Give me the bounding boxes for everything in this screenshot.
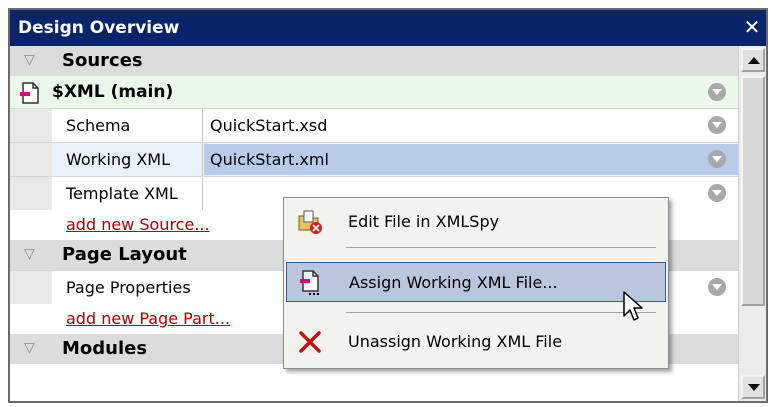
context-menu: Edit File in XMLSpy Assign Working XML F… [283, 197, 669, 369]
property-name: Schema [66, 116, 131, 135]
scroll-up-button[interactable] [741, 48, 765, 72]
scroll-thumb[interactable] [741, 76, 765, 306]
section-label: Page Layout [62, 244, 187, 265]
property-row-schema[interactable]: Schema QuickStart.xsd [10, 108, 738, 142]
chevron-down-icon[interactable] [708, 150, 726, 168]
scroll-down-button[interactable] [741, 375, 765, 399]
chevron-down-icon[interactable] [708, 116, 726, 134]
add-new-source-link[interactable]: add new Source... [66, 215, 210, 234]
menu-item-label: Unassign Working XML File [348, 332, 563, 351]
menu-item-unassign-working-xml[interactable]: Unassign Working XML File [286, 322, 666, 362]
property-value[interactable]: QuickStart.xsd [210, 116, 327, 135]
assign-file-icon [297, 269, 325, 297]
property-name: Page Properties [66, 278, 191, 297]
panel-title: Design Overview [18, 18, 180, 38]
property-value[interactable]: QuickStart.xml [210, 150, 329, 169]
menu-divider [346, 312, 656, 313]
menu-item-label: Edit File in XMLSpy [348, 212, 500, 231]
collapse-triangle-icon[interactable]: ▽ [24, 52, 35, 68]
chevron-down-icon[interactable] [708, 184, 726, 202]
property-row-working-xml[interactable]: Working XML QuickStart.xml [10, 142, 738, 176]
source-label: $XML (main) [52, 82, 174, 102]
section-label: Modules [62, 338, 148, 359]
chevron-down-icon[interactable] [708, 83, 726, 101]
unassign-x-icon [296, 328, 324, 356]
add-new-page-part-link[interactable]: add new Page Part... [66, 309, 230, 328]
menu-divider [346, 247, 656, 248]
row-gutter [10, 271, 52, 304]
edit-file-icon [296, 208, 324, 236]
mouse-pointer-icon [622, 290, 644, 328]
xml-document-icon [18, 81, 42, 109]
menu-item-edit-in-xmlspy[interactable]: Edit File in XMLSpy [286, 202, 666, 242]
menu-item-label: Assign Working XML File... [349, 273, 558, 292]
section-label: Sources [62, 50, 143, 71]
section-sources[interactable]: ▽ Sources [10, 46, 738, 76]
column-divider [202, 177, 203, 210]
property-name: Template XML [66, 184, 178, 203]
source-xml-main[interactable]: $XML (main) [10, 76, 738, 108]
collapse-triangle-icon[interactable]: ▽ [24, 246, 35, 262]
collapse-triangle-icon[interactable]: ▽ [24, 340, 35, 356]
chevron-down-icon[interactable] [708, 278, 726, 296]
column-divider [202, 143, 203, 176]
row-gutter [10, 177, 52, 210]
vertical-scrollbar[interactable] [738, 46, 766, 401]
panel-titlebar: Design Overview ✕ [10, 10, 766, 46]
row-gutter [10, 109, 52, 142]
column-divider [202, 109, 203, 142]
row-gutter [10, 143, 52, 176]
close-icon[interactable]: ✕ [740, 14, 764, 40]
property-name: Working XML [66, 150, 171, 169]
menu-item-assign-working-xml[interactable]: Assign Working XML File... [286, 262, 666, 302]
